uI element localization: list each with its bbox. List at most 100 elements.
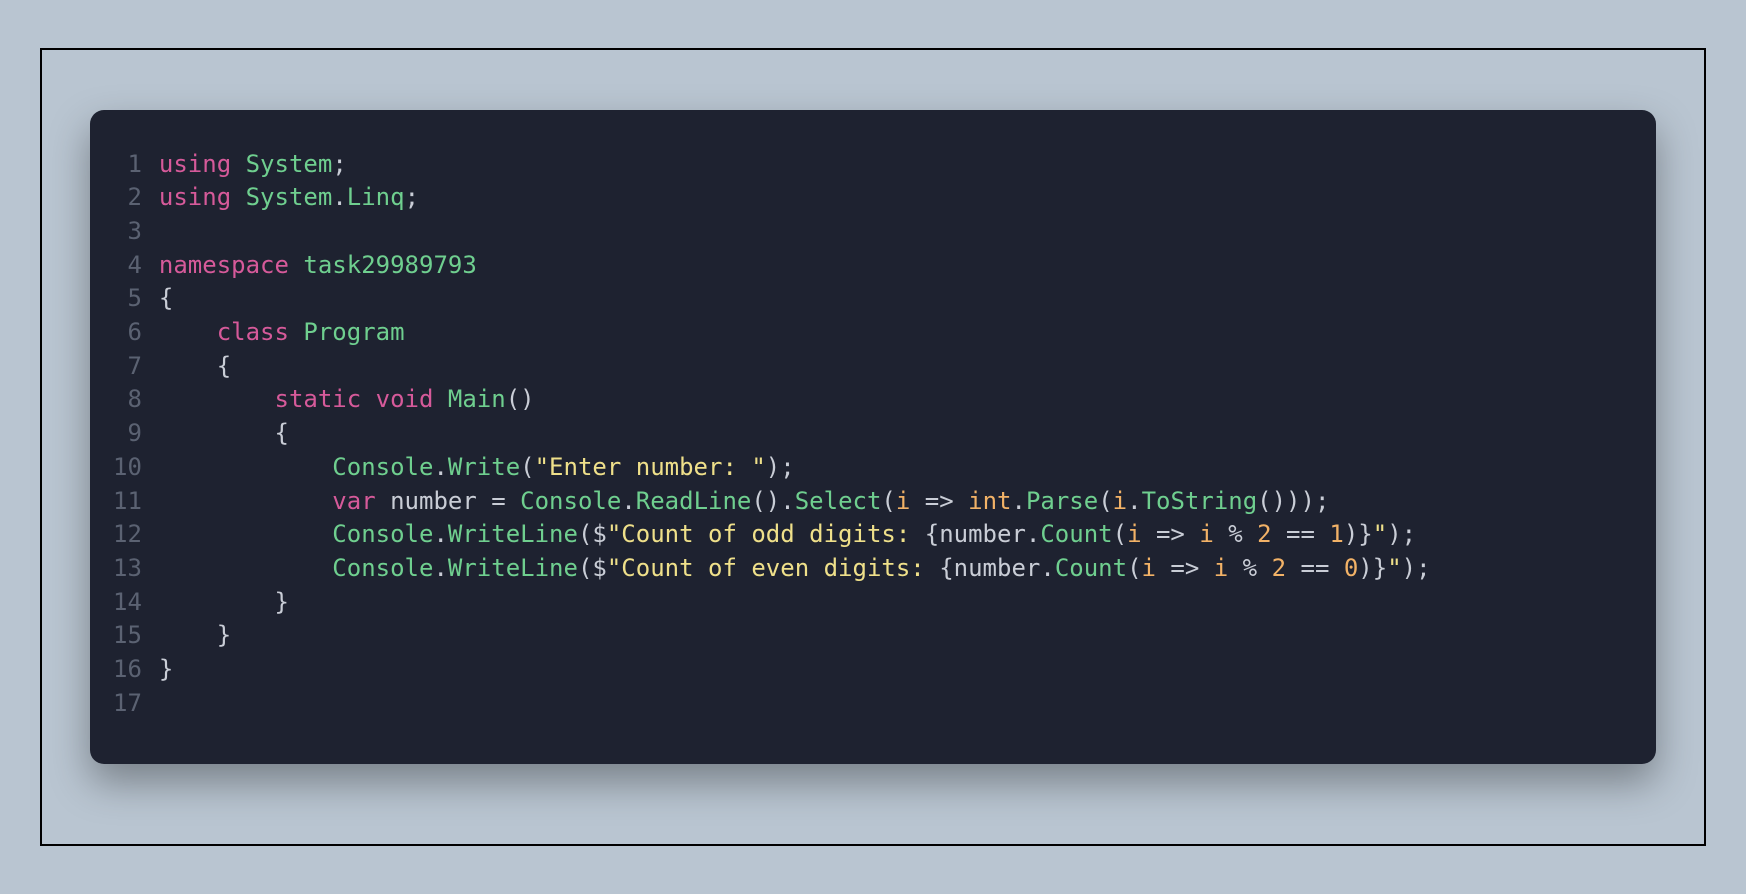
code-token: var [332, 487, 375, 515]
code-token: number. [939, 520, 1040, 548]
line-number: 11 [112, 485, 158, 519]
code-line: 6 class Program [112, 316, 1432, 350]
code-token: Parse [1026, 487, 1098, 515]
line-number: 7 [112, 350, 158, 384]
code-token: "Count of odd digits: [607, 520, 925, 548]
code-token [159, 318, 217, 346]
code-token: ( [1113, 520, 1127, 548]
code-token [506, 487, 520, 515]
code-token: { [159, 352, 231, 380]
code-token: (). [751, 487, 794, 515]
line-content [158, 215, 1432, 249]
code-line: 10 Console.Write("Enter number: "); [112, 451, 1432, 485]
line-number: 6 [112, 316, 158, 350]
code-token: ) [1358, 554, 1372, 582]
code-token: ToString [1142, 487, 1258, 515]
code-token: using [159, 183, 231, 211]
line-number: 15 [112, 619, 158, 653]
code-line: 9 { [112, 417, 1432, 451]
code-token [231, 183, 245, 211]
line-content: { [158, 350, 1432, 384]
code-line: 12 Console.WriteLine($"Count of odd digi… [112, 518, 1432, 552]
code-token: " [1373, 520, 1387, 548]
code-token: . [1012, 487, 1026, 515]
line-number: 16 [112, 653, 158, 687]
code-token: } [159, 621, 231, 649]
code-line: 17 [112, 687, 1432, 721]
code-line: 14 } [112, 586, 1432, 620]
code-token [289, 251, 303, 279]
code-token: ) [1344, 520, 1358, 548]
code-token: ( [578, 520, 592, 548]
code-token: Console [332, 554, 433, 582]
code-token: . [332, 183, 346, 211]
code-token [954, 487, 968, 515]
code-token: System [246, 150, 333, 178]
code-line: 1using System; [112, 148, 1432, 182]
code-token: { [925, 520, 939, 548]
code-token: ( [520, 453, 534, 481]
line-content: } [158, 653, 1432, 687]
code-token: Program [303, 318, 404, 346]
code-token [910, 487, 924, 515]
code-token: ; [405, 183, 419, 211]
code-line: 5{ [112, 282, 1432, 316]
code-token: 2 [1272, 554, 1286, 582]
line-content: } [158, 619, 1432, 653]
code-token: Console [332, 520, 433, 548]
code-token: int [968, 487, 1011, 515]
code-line: 4namespace task29989793 [112, 249, 1432, 283]
line-content: } [158, 586, 1432, 620]
code-token: " [1387, 554, 1401, 582]
line-number: 12 [112, 518, 158, 552]
code-token: ( [578, 554, 592, 582]
code-token [361, 385, 375, 413]
code-token: == [1272, 520, 1330, 548]
code-token: => [925, 487, 954, 515]
code-token [159, 453, 332, 481]
code-token: => [1170, 554, 1199, 582]
code-token: WriteLine [448, 554, 578, 582]
code-token [159, 487, 332, 515]
code-line: 7 { [112, 350, 1432, 384]
code-token [1199, 554, 1213, 582]
code-token: i [896, 487, 910, 515]
code-token: ); [1402, 554, 1431, 582]
code-token [159, 385, 275, 413]
code-token: ReadLine [636, 487, 752, 515]
code-token: void [376, 385, 434, 413]
code-token: . [1127, 487, 1141, 515]
line-number: 2 [112, 181, 158, 215]
code-token: } [1373, 554, 1387, 582]
code-token [1142, 520, 1156, 548]
line-content: namespace task29989793 [158, 249, 1432, 283]
code-token [231, 150, 245, 178]
code-token: . [433, 453, 447, 481]
code-token: { [159, 419, 289, 447]
code-line: 8 static void Main() [112, 383, 1432, 417]
code-token: Main [448, 385, 506, 413]
code-token: WriteLine [448, 520, 578, 548]
code-token: ; [332, 150, 346, 178]
code-token: } [1358, 520, 1372, 548]
code-token: static [275, 385, 362, 413]
line-number: 17 [112, 687, 158, 721]
line-number: 10 [112, 451, 158, 485]
code-token: 2 [1257, 520, 1271, 548]
line-content: using System.Linq; [158, 181, 1432, 215]
code-token: Count [1040, 520, 1112, 548]
code-token: ( [1127, 554, 1141, 582]
code-token [159, 554, 332, 582]
code-token: ); [766, 453, 795, 481]
code-line: 2using System.Linq; [112, 181, 1432, 215]
line-number: 3 [112, 215, 158, 249]
line-number: 13 [112, 552, 158, 586]
line-number: 4 [112, 249, 158, 283]
code-token: $ [592, 520, 606, 548]
code-token: Console [332, 453, 433, 481]
line-content: static void Main() [158, 383, 1432, 417]
code-editor: 1using System;2using System.Linq;3 4name… [90, 110, 1656, 764]
line-content: Console.WriteLine($"Count of even digits… [158, 552, 1432, 586]
line-content: { [158, 282, 1432, 316]
line-content: class Program [158, 316, 1432, 350]
